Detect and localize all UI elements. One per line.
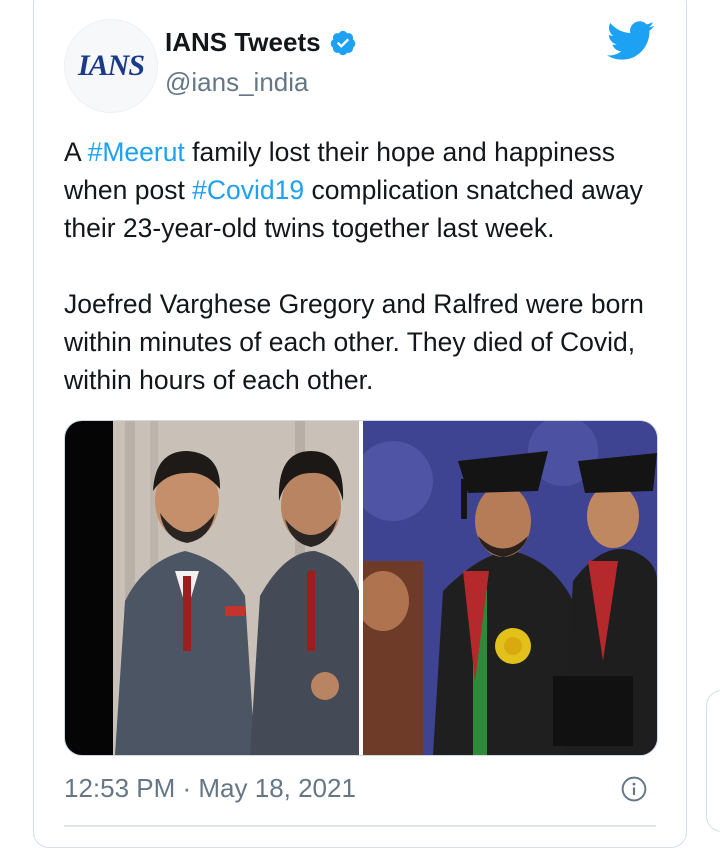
profile-avatar[interactable]: IANS [64, 19, 158, 113]
tweet-timestamp[interactable]: 12:53 PM · May 18, 2021 [64, 773, 356, 804]
author-handle[interactable]: @ians_india [165, 67, 308, 98]
tweet-body: A #Meerut family lost their hope and hap… [64, 133, 664, 437]
photo-twins-graduation-image [363, 421, 657, 755]
hashtag-link-meerut[interactable]: #Meerut [88, 137, 185, 167]
verified-badge-icon [330, 30, 355, 55]
media-gallery[interactable] [64, 420, 658, 756]
tweet-paragraph-2: Joefred Varghese Gregory and Ralfred wer… [64, 289, 644, 395]
display-name[interactable]: IANS Tweets [165, 27, 321, 58]
avatar-logo-text: IANS [77, 49, 145, 82]
divider [64, 825, 656, 827]
author-name-row[interactable]: IANS Tweets [165, 27, 357, 58]
twitter-bird-icon[interactable] [607, 20, 655, 62]
tweet-paragraph-1: A #Meerut family lost their hope and hap… [64, 133, 664, 247]
photo-twins-in-suits[interactable] [65, 421, 359, 755]
info-icon[interactable] [621, 776, 647, 802]
tweet-text-segment: A [64, 137, 88, 167]
hashtag-link-covid19[interactable]: #Covid19 [192, 175, 304, 205]
photo-twins-in-suits-image [65, 421, 359, 755]
adjacent-card-edge [706, 690, 720, 832]
photo-twins-graduation[interactable] [363, 421, 657, 755]
